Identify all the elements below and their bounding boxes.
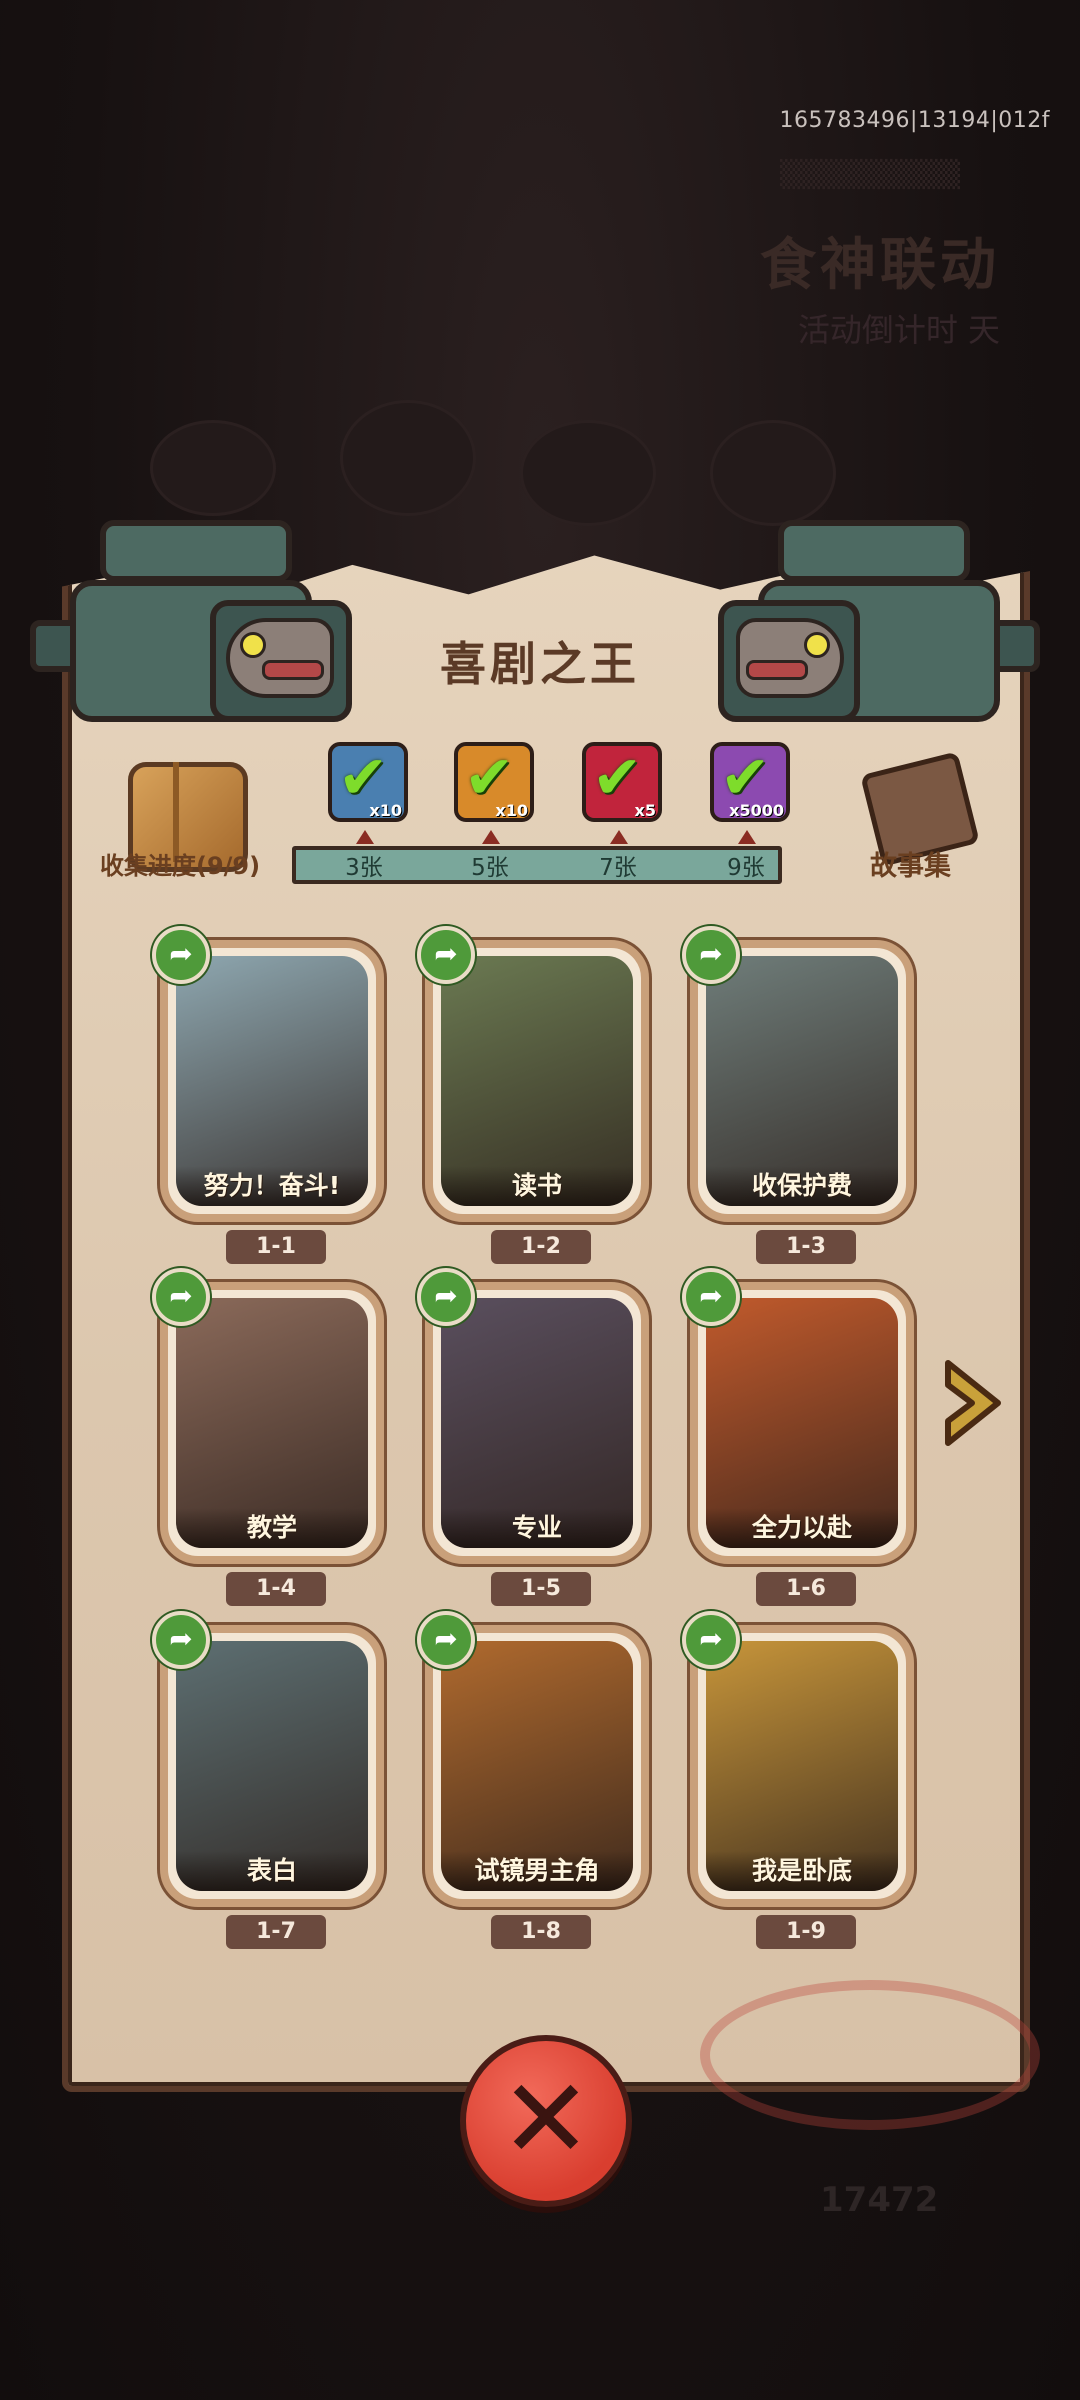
build-id-text: 165783496|13194|012f [779, 108, 1050, 133]
card-id-label: 1-1 [226, 1230, 326, 1264]
reward-count: x10 [495, 801, 528, 820]
card-title: 试镜男主角 [441, 1851, 633, 1891]
story-card-1-3[interactable]: 收保护费 ➦ 1-3 [682, 926, 914, 1264]
story-card-1-4[interactable]: 教学 ➦ 1-4 [152, 1268, 384, 1606]
share-icon[interactable]: ➦ [417, 926, 475, 984]
card-title: 教学 [176, 1508, 368, 1548]
milestone-reward-1[interactable]: ✔ x10 [328, 742, 408, 822]
milestone-label: 7张 [599, 855, 637, 881]
bg-pot-icon [340, 400, 476, 516]
share-icon[interactable]: ➦ [152, 926, 210, 984]
card-title: 努力！奋斗! [176, 1166, 368, 1206]
share-icon[interactable]: ➦ [682, 1611, 740, 1669]
panel-title: 喜剧之王 [440, 637, 640, 691]
milestone-reward-3[interactable]: ✔ x5 [582, 742, 662, 822]
close-button[interactable]: ✕ [460, 2035, 632, 2207]
milestone-marker [482, 830, 500, 844]
collect-progress-label: 收集进度(9/9) [100, 852, 261, 880]
story-card-1-6[interactable]: 全力以赴 ➦ 1-6 [682, 1268, 914, 1606]
story-card-1-5[interactable]: 专业 ➦ 1-5 [417, 1268, 649, 1606]
story-card-1-7[interactable]: 表白 ➦ 1-7 [152, 1611, 384, 1949]
next-page-arrow-icon[interactable] [940, 1355, 1006, 1451]
bg-bowl-icon [520, 420, 656, 526]
reward-count: x5000 [729, 801, 784, 820]
card-id-label: 1-4 [226, 1572, 326, 1606]
card-title: 全力以赴 [706, 1508, 898, 1548]
bg-event-subtitle: 活动倒计时 天 [797, 311, 1000, 349]
close-icon: ✕ [499, 2055, 593, 2183]
milestone-label: 3张 [345, 855, 383, 881]
story-card-1-1[interactable]: 努力！奋斗! ➦ 1-1 [152, 926, 384, 1264]
card-title: 我是卧底 [706, 1851, 898, 1891]
card-id-label: 1-9 [756, 1915, 856, 1949]
story-card-1-9[interactable]: 我是卧底 ➦ 1-9 [682, 1611, 914, 1949]
card-id-label: 1-8 [491, 1915, 591, 1949]
card-title: 读书 [441, 1166, 633, 1206]
milestone-marker [610, 830, 628, 844]
card-id-label: 1-6 [756, 1572, 856, 1606]
card-id-label: 1-7 [226, 1915, 326, 1949]
share-icon[interactable]: ➦ [682, 1268, 740, 1326]
share-icon[interactable]: ➦ [152, 1611, 210, 1669]
milestone-reward-2[interactable]: ✔ x10 [454, 742, 534, 822]
share-icon[interactable]: ➦ [417, 1268, 475, 1326]
story-collection-label[interactable]: 故事集 [870, 844, 951, 883]
story-card-1-8[interactable]: 试镜男主角 ➦ 1-8 [417, 1611, 649, 1949]
wax-seal-stamp [700, 1980, 1040, 2130]
milestone-reward-4[interactable]: ✔ x5000 [710, 742, 790, 822]
reward-count: x10 [369, 801, 402, 820]
bg-bottom-number: 17472 [820, 2180, 939, 2220]
milestone-label: 9张 [727, 855, 765, 881]
card-id-label: 1-3 [756, 1230, 856, 1264]
milestone-marker [356, 830, 374, 844]
card-title: 表白 [176, 1851, 368, 1891]
card-id-label: 1-5 [491, 1572, 591, 1606]
reward-count: x5 [634, 801, 656, 820]
milestone-label: 5张 [471, 855, 509, 881]
card-id-label: 1-2 [491, 1230, 591, 1264]
bg-event-title: 食神联动 [760, 233, 1000, 298]
card-title: 收保护费 [706, 1166, 898, 1206]
share-icon[interactable]: ➦ [152, 1268, 210, 1326]
share-icon[interactable]: ➦ [417, 1611, 475, 1669]
bg-event-hint: ▒▒▒▒▒▒▒▒▒ [780, 160, 960, 190]
story-card-1-2[interactable]: 读书 ➦ 1-2 [417, 926, 649, 1264]
card-title: 专业 [441, 1508, 633, 1548]
share-icon[interactable]: ➦ [682, 926, 740, 984]
milestone-marker [738, 830, 756, 844]
